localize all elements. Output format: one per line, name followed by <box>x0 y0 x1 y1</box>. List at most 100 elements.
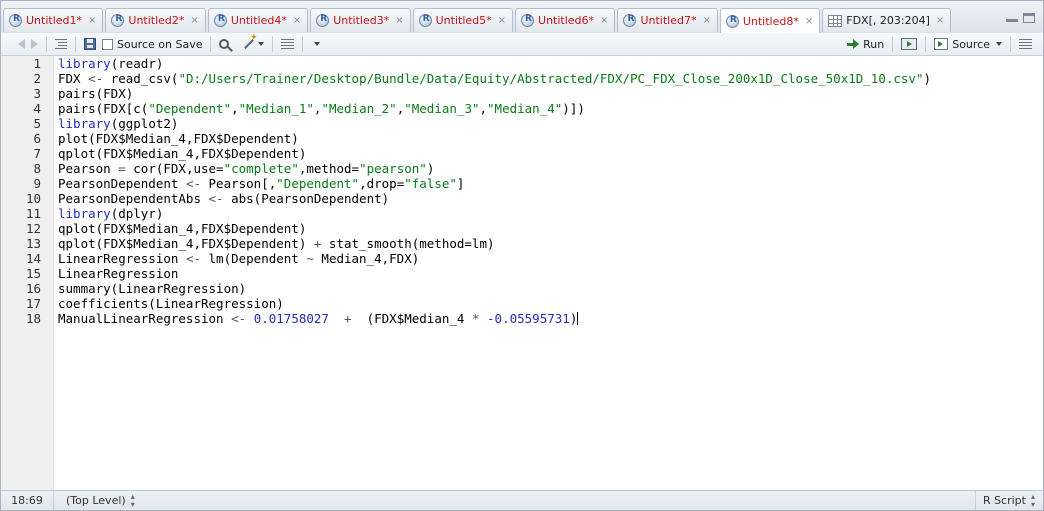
line-number: 7 <box>33 146 41 161</box>
code-token: = <box>118 161 126 176</box>
source-on-save-checkbox[interactable] <box>102 38 113 50</box>
code-token: summary(LinearRegression) <box>58 281 247 296</box>
r-script-icon <box>111 14 125 27</box>
code-token: PearsonDependent <box>58 176 186 191</box>
code-token: lm(Dependent <box>201 251 307 266</box>
line-number: 9 <box>33 176 41 191</box>
tab-6[interactable]: Untitled6* × <box>515 8 616 32</box>
minimize-pane-icon[interactable] <box>1005 13 1019 23</box>
tab-3[interactable]: Untitled4* × <box>207 8 309 32</box>
run-button[interactable]: Run <box>844 34 887 54</box>
close-icon[interactable]: × <box>600 15 608 26</box>
document-outline-button[interactable] <box>1016 34 1035 54</box>
toolbar-divider <box>210 36 212 52</box>
find-replace-button[interactable] <box>216 34 232 54</box>
code-token: ) <box>426 161 435 176</box>
line-number: 2 <box>33 71 41 86</box>
code-line[interactable]: qplot(FDX$Median_4,FDX$Dependent) + stat… <box>58 236 1043 251</box>
tab-label: Untitled2* <box>128 14 185 27</box>
cursor-position: 18:69 <box>1 491 54 510</box>
tab-9[interactable]: FDX[, 203:204] × <box>822 8 952 32</box>
scope-selector[interactable]: (Top Level) ▴ ▾ <box>66 491 135 509</box>
string-token: "pearson" <box>359 161 427 176</box>
code-token: pairs(FDX) <box>58 86 134 101</box>
forward-button[interactable] <box>28 34 41 54</box>
tab-label: Untitled8* <box>742 14 799 28</box>
number-token: -0.05595731 <box>487 311 570 326</box>
back-button[interactable] <box>15 34 28 54</box>
code-line[interactable]: library(readr) <box>58 56 1043 71</box>
tab-4[interactable]: Untitled3* × <box>310 8 411 32</box>
tab-label: Untitled1* <box>26 14 83 27</box>
string-token: "Median_4" <box>487 101 563 116</box>
save-button[interactable] <box>81 34 99 54</box>
code-line[interactable]: LinearRegression <box>58 266 1043 281</box>
close-icon[interactable]: × <box>293 15 301 26</box>
code-token: ManualLinearRegression <box>58 311 232 326</box>
code-line[interactable]: library(dplyr) <box>58 206 1043 221</box>
toolbar-divider <box>75 36 76 52</box>
tab-5[interactable]: Untitled5* × <box>412 8 514 32</box>
code-line[interactable]: plot(FDX$Median_4,FDX$Dependent) <box>58 131 1043 146</box>
tab-2[interactable]: Untitled2* × <box>105 8 206 32</box>
code-area[interactable]: library(readr) FDX <- read_csv("D:/Users/… <box>58 56 1043 326</box>
tab-8[interactable]: Untitled8* × <box>719 8 821 33</box>
updown-icon: ▴ ▾ <box>130 491 135 509</box>
toolbar-divider <box>1010 36 1011 52</box>
code-line[interactable]: qplot(FDX$Median_4,FDX$Dependent) <box>58 221 1043 236</box>
number-token: 0.01758027 <box>253 311 329 326</box>
code-line[interactable]: coefficients(LinearRegression) <box>58 296 1043 311</box>
more-options-button[interactable] <box>308 34 323 54</box>
source-icon <box>934 38 949 50</box>
tab-7[interactable]: Untitled7* × <box>617 8 718 32</box>
code-editor[interactable]: 1 2 3 4 5 6 7 8 9 10 11 12 13 14 15 16 17 18 library(read… <box>1 56 1043 491</box>
code-token: ,method= <box>298 161 360 176</box>
line-number: 3 <box>33 86 41 101</box>
compile-report-button[interactable] <box>278 34 297 54</box>
code-token: ~ <box>306 251 314 266</box>
tab-label: Untitled3* <box>333 14 390 27</box>
close-icon[interactable]: × <box>190 15 198 26</box>
code-line[interactable]: FDX <- read_csv("D:/Users/Trainer/Deskto… <box>58 71 1043 86</box>
tab-list: Untitled1*×Untitled2*×Untitled4*×Untitle… <box>3 8 953 33</box>
line-number-gutter: 1 2 3 4 5 6 7 8 9 10 11 12 13 14 15 16 17 18 <box>1 56 54 491</box>
show-in-window-button[interactable] <box>52 34 70 54</box>
close-icon[interactable]: × <box>88 15 96 26</box>
code-line[interactable]: pairs(FDX[c("Dependent","Median_1","Medi… <box>58 101 1043 116</box>
close-icon[interactable]: × <box>702 15 710 26</box>
code-line[interactable]: PearsonDependentAbs <- abs(PearsonDepend… <box>58 191 1043 206</box>
code-token: (dplyr) <box>110 206 164 221</box>
code-line[interactable]: library(ggplot2) <box>58 116 1043 131</box>
text-cursor <box>577 312 579 325</box>
source-button[interactable]: Source <box>931 34 1005 54</box>
code-token: <- <box>231 311 247 326</box>
code-line[interactable]: summary(LinearRegression) <box>58 281 1043 296</box>
close-icon[interactable]: × <box>805 16 813 27</box>
close-icon[interactable]: × <box>936 15 944 26</box>
tab-label: FDX[, 203:204] <box>846 14 930 27</box>
code-tools-button[interactable] <box>238 33 267 54</box>
notebook-icon <box>281 38 295 50</box>
tab-1[interactable]: Untitled1* × <box>3 8 104 32</box>
close-icon[interactable]: × <box>395 15 403 26</box>
r-script-icon <box>213 14 227 27</box>
maximize-pane-icon[interactable] <box>1023 13 1035 23</box>
rerun-button[interactable] <box>898 34 920 54</box>
code-line[interactable]: pairs(FDX) <box>58 86 1043 101</box>
show-in-window-icon <box>55 39 67 49</box>
source-on-save-toggle[interactable]: Source on Save <box>99 34 205 54</box>
code-token: <- <box>185 176 201 191</box>
code-line[interactable]: ManualLinearRegression <- 0.01758027 + (… <box>58 311 1043 326</box>
code-line[interactable]: LinearRegression <- lm(Dependent ~ Media… <box>58 251 1043 266</box>
code-line[interactable]: Pearson = cor(FDX,use="complete",method=… <box>58 161 1043 176</box>
line-number: 13 <box>25 236 41 251</box>
close-icon[interactable]: × <box>498 15 506 26</box>
file-type-selector[interactable]: R Script ▴ ▾ <box>974 491 1043 510</box>
r-script-icon <box>418 14 432 27</box>
file-type-label: R Script <box>982 494 1026 507</box>
code-line[interactable]: PearsonDependent <- Pearson[,"Dependent"… <box>58 176 1043 191</box>
code-line[interactable]: qplot(FDX$Median_4,FDX$Dependent) <box>58 146 1043 161</box>
rstudio-source-pane: Untitled1*×Untitled2*×Untitled4*×Untitle… <box>0 0 1044 511</box>
editor-toolbar: Source on Save Run <box>1 33 1043 56</box>
